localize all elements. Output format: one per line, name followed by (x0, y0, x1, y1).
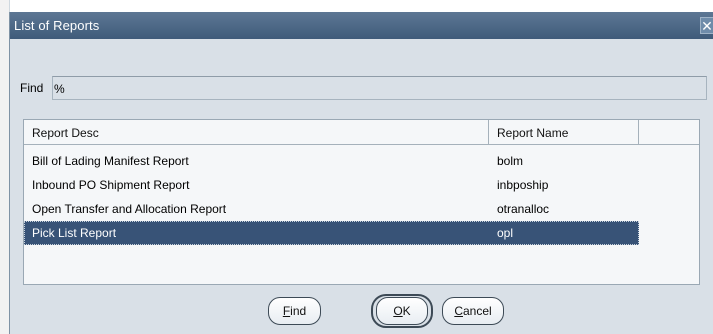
table-row-selected[interactable]: Pick List Report opl (24, 221, 699, 245)
ok-button[interactable]: OK (376, 297, 428, 325)
report-desc-cell: Open Transfer and Allocation Report (32, 202, 227, 216)
column-header-spacer (639, 120, 699, 145)
table-header: Report Desc Report Name (24, 120, 699, 146)
close-icon[interactable]: ✕ (700, 17, 713, 34)
column-header-report-name[interactable]: Report Name (489, 120, 639, 145)
list-of-reports-dialog: List of Reports ✕ Find Report Desc Repor… (9, 12, 713, 334)
reports-table: Report Desc Report Name Bill of Lading M… (23, 119, 700, 285)
report-desc-cell: Bill of Lading Manifest Report (32, 154, 189, 168)
report-name-cell: otranalloc (497, 202, 550, 216)
find-button-mnemonic: F (282, 304, 291, 318)
table-row[interactable]: Open Transfer and Allocation Report otra… (24, 197, 699, 221)
find-button[interactable]: Find (268, 297, 321, 325)
ok-button-mnemonic: O (393, 304, 403, 318)
find-label: Find (20, 81, 44, 95)
dialog-title: List of Reports (14, 18, 100, 33)
cancel-button[interactable]: Cancel (442, 297, 504, 325)
find-button-label: ind (290, 304, 307, 318)
table-row[interactable]: Inbound PO Shipment Report inbpoship (24, 173, 699, 197)
find-row: Find (10, 76, 713, 100)
column-header-report-desc[interactable]: Report Desc (24, 120, 489, 145)
ok-button-label: K (402, 304, 411, 318)
find-input[interactable] (52, 76, 707, 100)
report-desc-cell: Pick List Report (32, 226, 117, 240)
cancel-button-mnemonic: C (454, 304, 463, 318)
dialog-titlebar[interactable]: List of Reports ✕ (10, 12, 713, 39)
report-desc-cell: Inbound PO Shipment Report (32, 178, 190, 192)
table-row[interactable]: Bill of Lading Manifest Report bolm (24, 149, 699, 173)
report-name-cell: opl (497, 226, 514, 240)
report-name-cell: bolm (497, 154, 524, 168)
cancel-button-label: ancel (462, 304, 492, 318)
report-name-cell: inbpoship (497, 178, 549, 192)
